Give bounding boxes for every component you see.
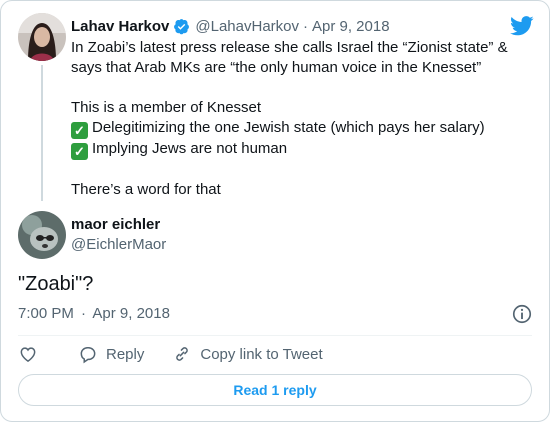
reply-button[interactable]: Reply	[78, 344, 144, 364]
tweet-line: Delegitimizing the one Jewish state (whi…	[92, 119, 485, 136]
tweet-actions-bar: Reply Copy link to Tweet	[18, 343, 351, 365]
parent-tweet-header: Lahav Harkov @LahavHarkov · Apr 9, 2018	[71, 17, 390, 36]
reply-timestamp[interactable]: 7:00 PM · Apr 9, 2018	[18, 304, 170, 323]
embedded-tweet-card: Lahav Harkov @LahavHarkov · Apr 9, 2018 …	[0, 0, 550, 422]
tweet-line: This is a member of Knesset	[71, 99, 262, 116]
tweet-line-check: ✓ Implying Jews are not human	[71, 139, 536, 160]
checkmark-icon: ✓	[71, 143, 88, 160]
avatar[interactable]	[18, 211, 66, 259]
reply-date: Apr 9, 2018	[92, 305, 170, 322]
twitter-bird-icon[interactable]	[510, 15, 534, 37]
like-button[interactable]	[18, 344, 46, 364]
link-icon	[176, 347, 189, 361]
read-replies-button[interactable]: Read 1 reply	[18, 374, 532, 406]
divider	[18, 335, 532, 336]
author-handle[interactable]: @LahavHarkov	[195, 17, 299, 36]
thread-connector-line	[41, 65, 43, 201]
info-icon[interactable]	[511, 303, 533, 325]
avatar[interactable]	[18, 13, 66, 61]
heart-icon	[20, 347, 36, 362]
copy-link-button[interactable]: Copy link to Tweet	[172, 344, 323, 364]
timestamp-separator: ·	[81, 305, 87, 322]
reply-bubble-icon	[80, 347, 96, 364]
author-name[interactable]: Lahav Harkov	[71, 17, 169, 36]
copy-link-label: Copy link to Tweet	[200, 345, 323, 363]
tweet-line: Implying Jews are not human	[92, 140, 288, 157]
reply-tweet-text: "Zoabi"?	[18, 273, 94, 295]
verified-badge-icon	[174, 19, 190, 35]
checkmark-icon: ✓	[71, 122, 88, 139]
header-separator: ·	[303, 18, 308, 35]
reply-author-handle[interactable]: @EichlerMaor	[71, 235, 166, 254]
parent-tweet-text: In Zoabi’s latest press release she call…	[71, 38, 536, 200]
reply-author-name[interactable]: maor eichler	[71, 215, 160, 234]
reply-time: 7:00 PM	[18, 305, 74, 322]
tweet-line: There’s a word for that	[71, 181, 221, 198]
tweet-date[interactable]: Apr 9, 2018	[312, 17, 390, 36]
reply-label: Reply	[106, 345, 145, 363]
tweet-line: In Zoabi’s latest press release she call…	[71, 39, 508, 76]
tweet-line-check: ✓ Delegitimizing the one Jewish state (wh…	[71, 118, 536, 139]
